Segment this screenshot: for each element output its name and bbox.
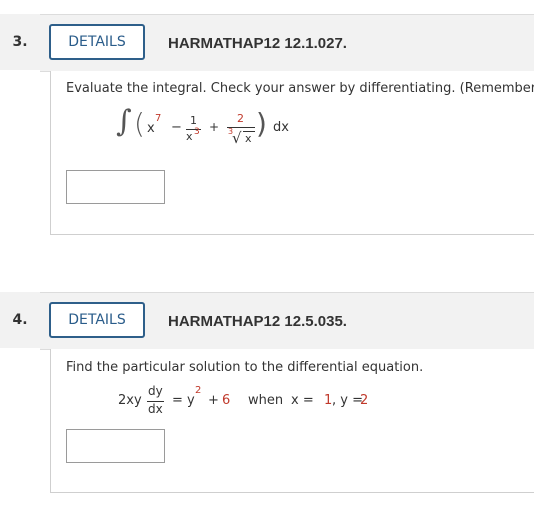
numerator-one: 1 — [190, 114, 197, 127]
question-body: Evaluate the integral. Check your answer… — [50, 71, 534, 235]
plus-sign: + — [209, 120, 220, 134]
radicand-x: x — [245, 132, 252, 145]
y-value: 2 — [360, 393, 369, 408]
question-body: Find the particular solution to the diff… — [50, 349, 534, 493]
lhs-2xy: 2xy — [118, 393, 142, 408]
numerator-two: 2 — [237, 112, 244, 125]
right-paren: ) — [256, 107, 267, 140]
dy-numerator: dy — [148, 384, 163, 398]
y-base: y — [187, 393, 195, 408]
x-exponent: 7 — [155, 113, 162, 124]
equals-sign: = — [172, 393, 183, 408]
integral-expression: ∫ ( x 7 − 1 x 3 + 2 3 √ x ) dx — [51, 71, 534, 171]
minus-sign: − — [171, 120, 182, 135]
question-number: 3. — [0, 14, 41, 70]
details-button[interactable]: DETAILS — [49, 24, 145, 60]
x-base: x — [147, 121, 155, 136]
answer-input[interactable] — [66, 429, 165, 463]
radical-sign: √ — [232, 129, 242, 147]
question-id: HARMATHAP12 12.1.027. — [168, 35, 347, 52]
question-header: DETAILS HARMATHAP12 12.1.027. — [40, 14, 534, 72]
constant-six: 6 — [222, 393, 231, 408]
y-exponent: 2 — [195, 385, 202, 396]
denominator-x: x — [186, 130, 193, 143]
question-id: HARMATHAP12 12.5.035. — [168, 313, 347, 330]
denominator-exponent: 3 — [194, 127, 200, 137]
when-label: when — [248, 393, 284, 408]
left-paren: ( — [134, 107, 145, 140]
answer-input[interactable] — [66, 170, 165, 204]
plus-sign: + — [208, 393, 219, 408]
integral-sign: ∫ — [116, 104, 132, 139]
x-equals: x = — [291, 393, 318, 408]
differential-equation: 2xy dy dx = y 2 + 6 when x = 1 , y = 2 — [51, 349, 534, 429]
question-number: 4. — [0, 292, 41, 348]
question-header: DETAILS HARMATHAP12 12.5.035. — [40, 292, 534, 350]
dx-differential: dx — [273, 120, 289, 135]
details-button[interactable]: DETAILS — [49, 302, 145, 338]
dx-denominator: dx — [148, 402, 163, 416]
